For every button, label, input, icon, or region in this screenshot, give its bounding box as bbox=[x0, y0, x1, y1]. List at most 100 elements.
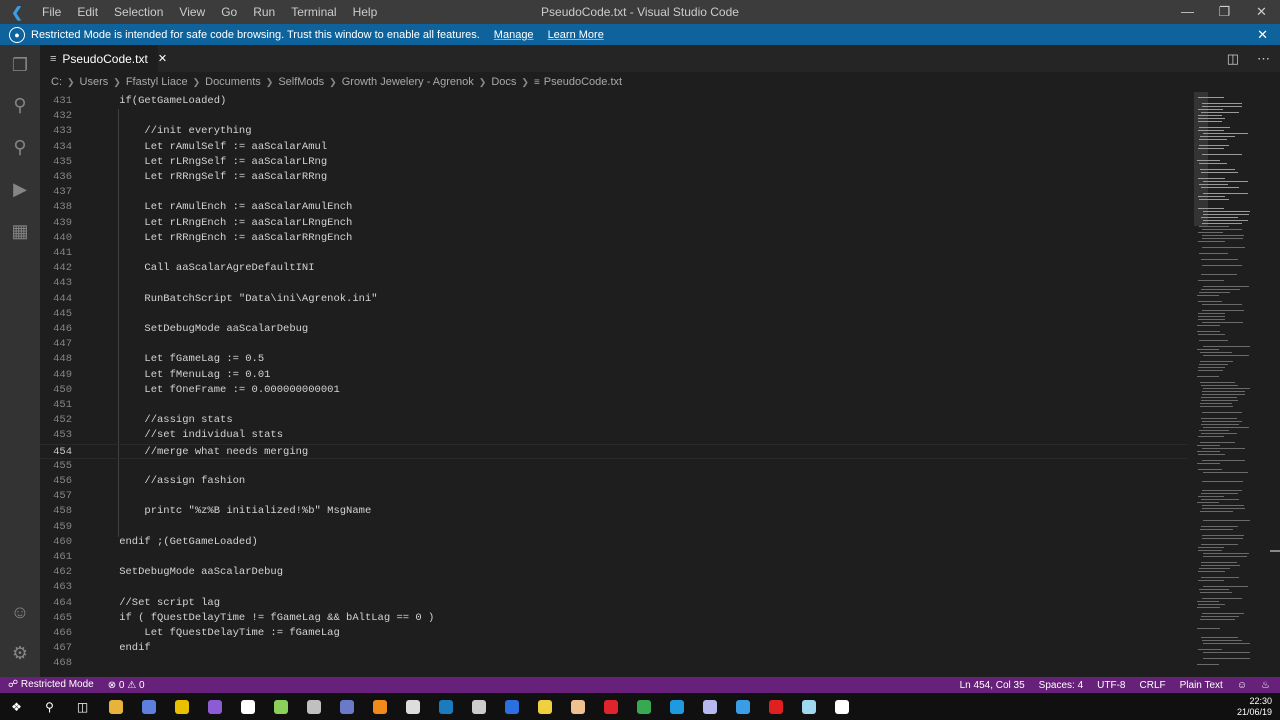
code-line[interactable]: 436 Let rRRngSelf := aaScalarRRng bbox=[40, 170, 1188, 185]
crumb[interactable]: Documents bbox=[205, 76, 261, 88]
crumb[interactable]: Users bbox=[80, 76, 109, 88]
language-mode[interactable]: Plain Text bbox=[1180, 680, 1223, 691]
minimize-icon[interactable]: — bbox=[1169, 0, 1206, 24]
code-line[interactable]: 434 Let rAmulSelf := aaScalarAmul bbox=[40, 140, 1188, 155]
restricted-mode-status[interactable]: ☍ Restricted Mode bbox=[0, 677, 102, 693]
pen-icon[interactable] bbox=[561, 693, 594, 720]
more-actions-icon[interactable]: ⋯ bbox=[1257, 51, 1270, 67]
code-line[interactable]: 435 Let rLRngSelf := aaScalarLRng bbox=[40, 155, 1188, 170]
media-icon[interactable] bbox=[825, 693, 858, 720]
chrome-icon[interactable] bbox=[627, 693, 660, 720]
game-app-icon[interactable] bbox=[693, 693, 726, 720]
search-icon[interactable]: ⚲ bbox=[0, 85, 40, 125]
code-line[interactable]: 432 bbox=[40, 109, 1188, 124]
eol-status[interactable]: CRLF bbox=[1140, 680, 1166, 691]
problems-status[interactable]: ⊗ 0 ⚠ 0 bbox=[102, 680, 151, 691]
code-line[interactable]: 456 //assign fashion bbox=[40, 474, 1188, 489]
code-line[interactable]: 461 bbox=[40, 550, 1188, 565]
task-view-icon[interactable]: ◫ bbox=[66, 693, 99, 720]
github-icon[interactable] bbox=[231, 693, 264, 720]
code-line[interactable]: 457 bbox=[40, 489, 1188, 504]
crumb[interactable]: SelfMods bbox=[278, 76, 324, 88]
vlc-icon[interactable] bbox=[363, 693, 396, 720]
windows-start-icon[interactable]: ❖ bbox=[0, 693, 33, 720]
menu-run[interactable]: Run bbox=[245, 0, 283, 24]
minimap[interactable] bbox=[1188, 92, 1272, 677]
crumb[interactable]: Growth Jewelery - Agrenok bbox=[342, 76, 474, 88]
explorer-icon[interactable]: ❐ bbox=[0, 45, 40, 85]
search-icon[interactable]: ⚲ bbox=[33, 693, 66, 720]
menu-selection[interactable]: Selection bbox=[106, 0, 171, 24]
browser-icon[interactable] bbox=[132, 693, 165, 720]
scrollbar-thumb[interactable] bbox=[1270, 550, 1280, 552]
code-line[interactable]: 462 SetDebugMode aaScalarDebug bbox=[40, 565, 1188, 580]
obs-icon[interactable] bbox=[396, 693, 429, 720]
menu-terminal[interactable]: Terminal bbox=[283, 0, 344, 24]
menu-edit[interactable]: Edit bbox=[69, 0, 106, 24]
dictionary-icon[interactable] bbox=[462, 693, 495, 720]
app-icon[interactable] bbox=[330, 693, 363, 720]
opera-icon[interactable] bbox=[594, 693, 627, 720]
extensions-icon[interactable]: ▦ bbox=[0, 211, 40, 251]
menu-help[interactable]: Help bbox=[345, 0, 386, 24]
code-line[interactable]: 445 bbox=[40, 307, 1188, 322]
code-line[interactable]: 468 bbox=[40, 656, 1188, 671]
system-clock[interactable]: 22:30 21/06/19 bbox=[1237, 693, 1272, 720]
close-window-icon[interactable]: ✕ bbox=[1243, 0, 1280, 24]
code-editor[interactable]: 431 if(GetGameLoaded) 432 433 //init every… bbox=[40, 94, 1188, 677]
menu-go[interactable]: Go bbox=[213, 0, 245, 24]
code-line[interactable]: 467 endif bbox=[40, 641, 1188, 656]
feedback-icon[interactable]: ☺ bbox=[1237, 680, 1247, 691]
visual-studio-icon[interactable] bbox=[198, 693, 231, 720]
split-editor-icon[interactable]: ◫ bbox=[1227, 51, 1239, 67]
menu-file[interactable]: File bbox=[34, 0, 69, 24]
tab-close-icon[interactable]: ✕ bbox=[158, 52, 167, 65]
code-line[interactable]: 453 //set individual stats bbox=[40, 428, 1188, 443]
code-line[interactable]: 439 Let rLRngEnch := aaScalarLRngEnch bbox=[40, 216, 1188, 231]
restore-icon[interactable]: ❐ bbox=[1206, 0, 1243, 24]
crumb[interactable]: Docs bbox=[491, 76, 516, 88]
tab-pseudocode[interactable]: ≡ PseudoCode.txt ✕ bbox=[40, 45, 167, 72]
banner-close-icon[interactable]: ✕ bbox=[1257, 27, 1268, 43]
crumb[interactable]: Ffastyl Liace bbox=[126, 76, 188, 88]
indentation-status[interactable]: Spaces: 4 bbox=[1039, 680, 1083, 691]
code-line[interactable]: 440 Let rRRngEnch := aaScalarRRngEnch bbox=[40, 231, 1188, 246]
code-line[interactable]: 442 Call aaScalarAgreDefaultINI bbox=[40, 261, 1188, 276]
code-line[interactable]: 431 if(GetGameLoaded) bbox=[40, 94, 1188, 109]
crumb[interactable]: PseudoCode.txt bbox=[544, 76, 622, 88]
code-line[interactable]: 464 //Set script lag bbox=[40, 596, 1188, 611]
menu-view[interactable]: View bbox=[171, 0, 213, 24]
code-line[interactable]: 451 bbox=[40, 398, 1188, 413]
terminal-icon[interactable] bbox=[297, 693, 330, 720]
code-line[interactable]: 443 bbox=[40, 276, 1188, 291]
encoding-status[interactable]: UTF-8 bbox=[1097, 680, 1125, 691]
steam-icon[interactable] bbox=[429, 693, 462, 720]
app-blue-icon[interactable] bbox=[495, 693, 528, 720]
crumb[interactable]: C: bbox=[51, 76, 62, 88]
code-line[interactable]: 444 RunBatchScript "Data\ini\Agrenok.ini… bbox=[40, 292, 1188, 307]
code-line[interactable]: 452 //assign stats bbox=[40, 413, 1188, 428]
code-line[interactable]: 448 Let fGameLag := 0.5 bbox=[40, 352, 1188, 367]
manage-link[interactable]: Manage bbox=[494, 29, 534, 41]
code-line[interactable]: 446 SetDebugMode aaScalarDebug bbox=[40, 322, 1188, 337]
youtube-icon[interactable] bbox=[759, 693, 792, 720]
lemon-icon[interactable] bbox=[528, 693, 561, 720]
code-line[interactable]: 458 printc "%z%B initialized!%b" MsgName bbox=[40, 504, 1188, 519]
edge-icon[interactable] bbox=[660, 693, 693, 720]
code-line[interactable]: 460 endif ;(GetGameLoaded) bbox=[40, 535, 1188, 550]
code-line[interactable]: 450 Let fOneFrame := 0.000000000001 bbox=[40, 383, 1188, 398]
code-line[interactable]: 463 bbox=[40, 580, 1188, 595]
code-line[interactable]: 441 bbox=[40, 246, 1188, 261]
learn-more-link[interactable]: Learn More bbox=[548, 29, 604, 41]
code-line[interactable]: 465 if ( fQuestDelayTime != fGameLag && … bbox=[40, 611, 1188, 626]
shield-app-icon[interactable] bbox=[165, 693, 198, 720]
run-debug-icon[interactable]: ▶ bbox=[0, 169, 40, 209]
code-line[interactable]: 447 bbox=[40, 337, 1188, 352]
account-icon[interactable]: ☺ bbox=[0, 592, 40, 632]
code-line[interactable]: 433 //init everything bbox=[40, 124, 1188, 139]
code-line[interactable]: 466 Let fQuestDelayTime := fGameLag bbox=[40, 626, 1188, 641]
notepad-icon[interactable] bbox=[792, 693, 825, 720]
code-line[interactable]: 438 Let rAmulEnch := aaScalarAmulEnch bbox=[40, 200, 1188, 215]
code-line[interactable]: 454 //merge what needs merging bbox=[40, 443, 1188, 459]
code-line[interactable]: 459 bbox=[40, 520, 1188, 535]
